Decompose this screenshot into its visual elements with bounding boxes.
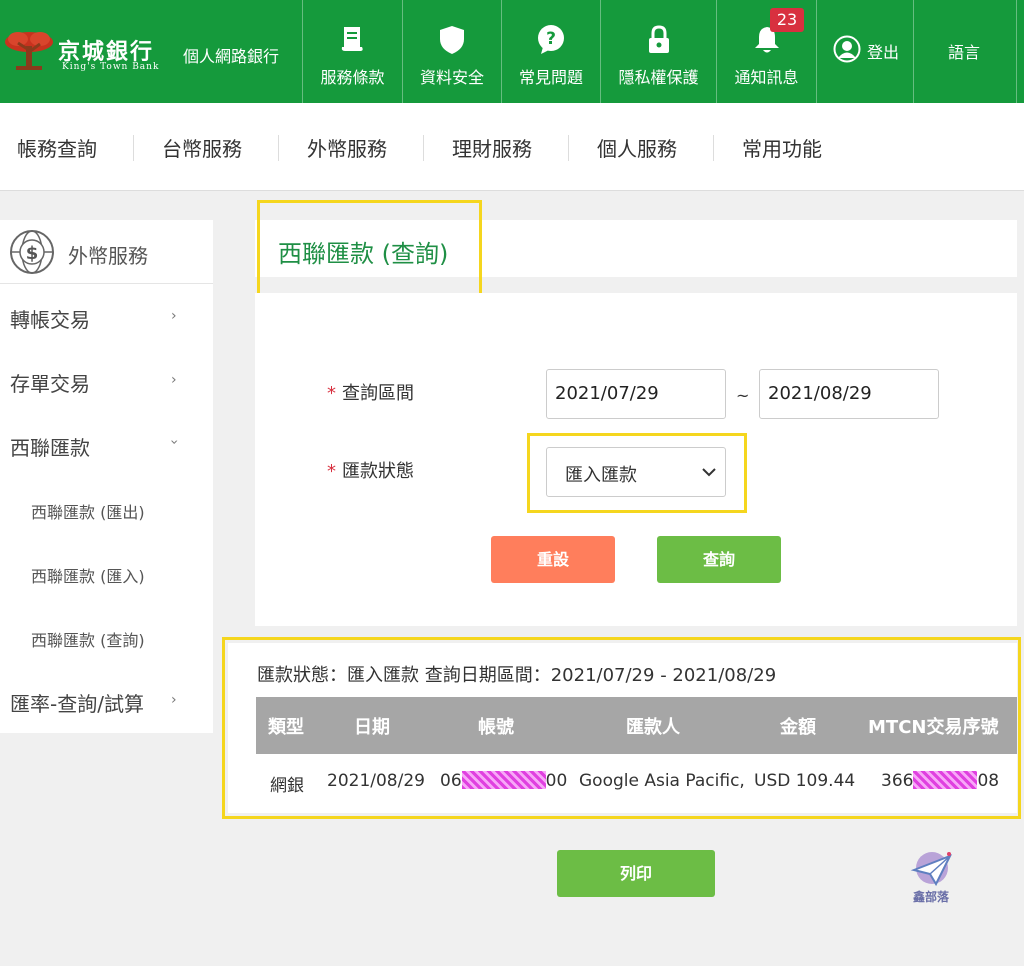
top-header: 京城銀行 King's Town Bank 個人網路銀行 服務條款 資料安全 ?… (0, 0, 1024, 103)
print-button[interactable]: 列印 (557, 850, 715, 897)
tree-logo-icon (5, 32, 53, 70)
shield-icon (440, 26, 464, 54)
svg-text:$: $ (26, 243, 39, 264)
logout-label: 登出 (867, 43, 900, 62)
question-icon: ? (538, 25, 564, 54)
nav-privacy[interactable]: 隱私權保護 (600, 0, 716, 103)
notification-badge: 23 (770, 8, 804, 32)
chevron-right-icon: › (171, 372, 177, 388)
required-mark: * (327, 383, 336, 404)
nav-terms-label: 服務條款 (320, 68, 385, 87)
logout-button[interactable]: 登出 (816, 0, 913, 103)
watermark: 鑫部落 (908, 850, 960, 906)
date-range-label-text: 查詢區間 (342, 383, 414, 404)
menu-divider (713, 135, 714, 161)
main-menu: 帳務查詢 台幣服務 外幣服務 理財服務 個人服務 常用功能 (0, 103, 1024, 191)
nav-faq-label: 常見問題 (518, 68, 583, 87)
menu-twd-services[interactable]: 台幣服務 (162, 133, 242, 162)
menu-account-inquiry[interactable]: 帳務查詢 (17, 133, 97, 162)
bank-name-en: King's Town Bank (62, 62, 160, 72)
menu-divider (568, 135, 569, 161)
chevron-right-icon: › (171, 308, 177, 324)
menu-common-functions[interactable]: 常用功能 (742, 133, 822, 162)
sidebar: $ 外幣服務 轉帳交易 › 存單交易 › 西聯匯款 › 西聯匯款 (匯出) 西聯… (0, 220, 213, 733)
sidebar-subitem-inquiry[interactable]: 西聯匯款 (查詢) (31, 627, 145, 651)
menu-divider (133, 135, 134, 161)
menu-divider (423, 135, 424, 161)
lock-icon (648, 25, 669, 53)
date-to-input[interactable]: 2021/08/29 (759, 369, 939, 419)
sidebar-subitem-outward[interactable]: 西聯匯款 (匯出) (31, 499, 145, 523)
watermark-text: 鑫部落 (913, 890, 950, 904)
language-button[interactable]: 語言 (913, 0, 1024, 103)
status-highlight (527, 433, 747, 513)
nav-divider (1016, 0, 1017, 103)
status-label: * 匯款狀態 (327, 457, 414, 483)
reset-button[interactable]: 重設 (491, 536, 615, 583)
query-button[interactable]: 查詢 (657, 536, 781, 583)
title-highlight (257, 200, 482, 297)
nav-terms[interactable]: 服務條款 (302, 0, 402, 103)
bank-subtitle: 個人網路銀行 (183, 47, 280, 66)
nav-faq[interactable]: ? 常見問題 (501, 0, 600, 103)
sidebar-header: $ 外幣服務 (0, 220, 213, 284)
nav-security[interactable]: 資料安全 (402, 0, 501, 103)
results-highlight (222, 637, 1021, 819)
menu-divider (278, 135, 279, 161)
date-separator: ~ (736, 386, 750, 405)
menu-personal-services[interactable]: 個人服務 (597, 133, 677, 162)
menu-foreign-services[interactable]: 外幣服務 (307, 133, 387, 162)
chevron-down-icon: › (165, 439, 182, 445)
sidebar-item-deposit[interactable]: 存單交易 (10, 368, 90, 397)
sidebar-subitem-inward[interactable]: 西聯匯款 (匯入) (31, 563, 145, 587)
nav-notifications-label: 通知訊息 (734, 68, 799, 87)
document-icon (341, 27, 363, 51)
svg-text:?: ? (546, 29, 556, 49)
required-mark: * (327, 461, 336, 482)
language-label: 語言 (948, 43, 981, 62)
sidebar-item-exchange-rate[interactable]: 匯率-查詢/試算 (10, 688, 144, 717)
paper-plane-icon (910, 852, 953, 887)
status-label-text: 匯款狀態 (342, 461, 414, 482)
sidebar-item-transfer[interactable]: 轉帳交易 (10, 304, 90, 333)
date-from-input[interactable]: 2021/07/29 (546, 369, 726, 419)
date-range-label: * 查詢區間 (327, 379, 414, 405)
user-icon (833, 35, 861, 63)
menu-wealth-services[interactable]: 理財服務 (452, 133, 532, 162)
nav-security-label: 資料安全 (419, 68, 484, 87)
chevron-right-icon: › (171, 692, 177, 708)
nav-privacy-label: 隱私權保護 (618, 68, 699, 87)
bank-logo[interactable]: 京城銀行 King's Town Bank 個人網路銀行 (0, 0, 302, 103)
sidebar-item-western-union[interactable]: 西聯匯款 (10, 432, 90, 461)
dollar-globe-icon: $ (10, 230, 54, 274)
sidebar-title: 外幣服務 (68, 244, 148, 268)
